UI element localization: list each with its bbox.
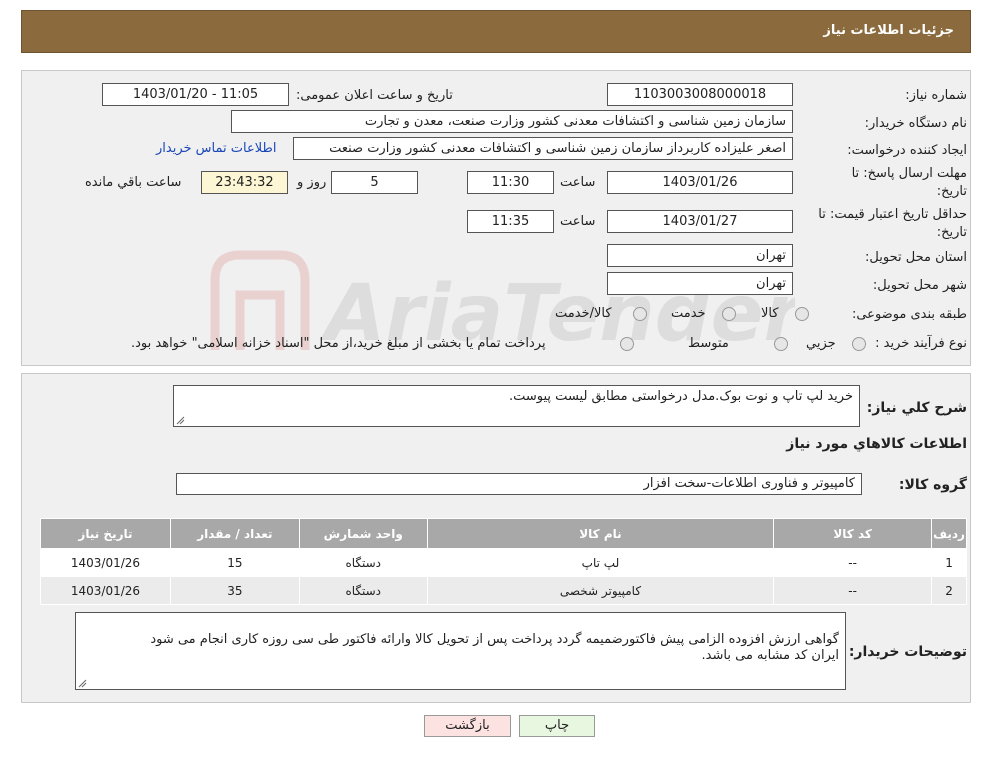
deadline-label-date: تاریخ: (936, 184, 967, 199)
announce-date-field: 1403/01/20 - 11:05 (102, 83, 289, 106)
page-title: جزئیات اطلاعات نیاز (823, 23, 954, 38)
days-label: روز و (297, 175, 327, 190)
process-medium-radio[interactable] (774, 337, 788, 351)
cell-row: 2 (931, 576, 967, 605)
announce-date-label: تاریخ و ساعت اعلان عمومی: (296, 88, 453, 103)
table-row: 2 -- کامپیوتر شخصی دستگاه 35 1403/01/26 (40, 576, 967, 605)
treasury-docs-checkbox[interactable] (620, 337, 634, 351)
cell-quantity: 15 (169, 548, 300, 577)
col-row: رديف (931, 518, 967, 549)
need-number-field: 1103003008000018 (607, 83, 793, 106)
remaining-time-label: ساعت باقي مانده (85, 175, 182, 190)
col-code: کد کالا (773, 518, 933, 549)
col-quantity: تعداد / مقدار (169, 518, 300, 549)
need-number-label: شماره نیاز: (905, 88, 967, 103)
category-goods-label: کالا (761, 306, 779, 321)
buyer-contact-link[interactable]: اطلاعات تماس خریدار (156, 141, 276, 156)
goods-group-label: گروه کالا: (898, 477, 967, 493)
deadline-label: مهلت ارسال پاسخ: تا (851, 166, 967, 181)
print-button[interactable]: چاپ (519, 715, 595, 737)
goods-info-title: اطلاعات کالاهاي مورد نياز (786, 436, 967, 452)
summary-textarea[interactable]: خرید لپ تاپ و نوت بوک.مدل درخواستی مطابق… (173, 385, 860, 427)
creator-label: ایجاد کننده درخواست: (847, 143, 967, 158)
deadline-date-field: 1403/01/26 (607, 171, 793, 194)
cell-need-date: 1403/01/26 (40, 576, 171, 605)
creator-field: اصغر علیزاده کاربرداز سازمان زمین شناسی … (293, 137, 793, 160)
deadline-time-field: 11:30 (467, 171, 554, 194)
process-type-label: نوع فرآیند خرید : (875, 336, 967, 351)
validity-time-field: 11:35 (467, 210, 554, 233)
cell-name: لپ تاپ (426, 548, 775, 577)
deadline-time-label: ساعت (560, 175, 596, 190)
cell-unit: دستگاه (298, 576, 428, 605)
buyer-notes-label: توضیحات خریدار: (848, 644, 967, 660)
validity-time-label: ساعت (560, 214, 596, 229)
buyer-org-field: سازمان زمین شناسی و اکتشافات معدنی کشور … (231, 110, 793, 133)
resize-grip-icon[interactable] (176, 416, 185, 425)
col-unit: واحد شمارش (298, 518, 428, 549)
resize-grip-icon[interactable] (78, 679, 87, 688)
summary-text: خرید لپ تاپ و نوت بوک.مدل درخواستی مطابق… (509, 389, 853, 404)
cell-need-date: 1403/01/26 (40, 548, 171, 577)
process-medium-label: متوسط (688, 336, 729, 351)
col-name: نام کالا (426, 518, 775, 549)
page-header: جزئیات اطلاعات نیاز (21, 10, 971, 53)
back-button[interactable]: بازگشت (424, 715, 511, 737)
treasury-docs-note: پرداخت تمام یا بخشی از مبلغ خرید،از محل … (131, 336, 546, 351)
table-row: 1 -- لپ تاپ دستگاه 15 1403/01/26 (40, 548, 967, 577)
category-service-label: خدمت (671, 306, 706, 321)
col-need-date: تاریخ نیاز (40, 518, 171, 549)
goods-group-field: کامپیوتر و فناوری اطلاعات-سخت افزار (176, 473, 862, 495)
buyer-notes-textarea[interactable]: گواهی ارزش افزوده الزامی پیش فاکتورضمیمه… (75, 612, 846, 690)
city-label: شهر محل تحویل: (872, 278, 967, 293)
category-goods-service-radio[interactable] (633, 307, 647, 321)
days-remaining-field: 5 (331, 171, 418, 194)
cell-code: -- (773, 548, 933, 577)
category-service-radio[interactable] (722, 307, 736, 321)
category-goods-service-label: کالا/خدمت (555, 306, 612, 321)
cell-row: 1 (931, 548, 967, 577)
goods-table: رديف کد کالا نام کالا واحد شمارش تعداد /… (40, 518, 967, 605)
cell-unit: دستگاه (298, 548, 428, 577)
process-small-radio[interactable] (852, 337, 866, 351)
buyer-notes-text: گواهی ارزش افزوده الزامی پیش فاکتورضمیمه… (150, 632, 839, 663)
price-validity-label: حداقل تاریخ اعتبار قیمت: تا (818, 207, 967, 222)
process-small-label: جزيي (806, 336, 836, 351)
category-label: طبقه بندی موضوعی: (851, 307, 967, 322)
buyer-org-label: نام دستگاه خریدار: (864, 116, 967, 131)
city-field: تهران (607, 272, 793, 295)
category-goods-radio[interactable] (795, 307, 809, 321)
validity-date-field: 1403/01/27 (607, 210, 793, 233)
price-validity-label-date: تاریخ: (936, 225, 967, 240)
summary-label: شرح کلي نياز: (866, 400, 967, 416)
remaining-time-field: 23:43:32 (201, 171, 288, 194)
cell-code: -- (773, 576, 933, 605)
cell-quantity: 35 (169, 576, 300, 605)
cell-name: کامپیوتر شخصی (426, 576, 775, 605)
province-field: تهران (607, 244, 793, 267)
province-label: استان محل تحویل: (865, 250, 967, 265)
